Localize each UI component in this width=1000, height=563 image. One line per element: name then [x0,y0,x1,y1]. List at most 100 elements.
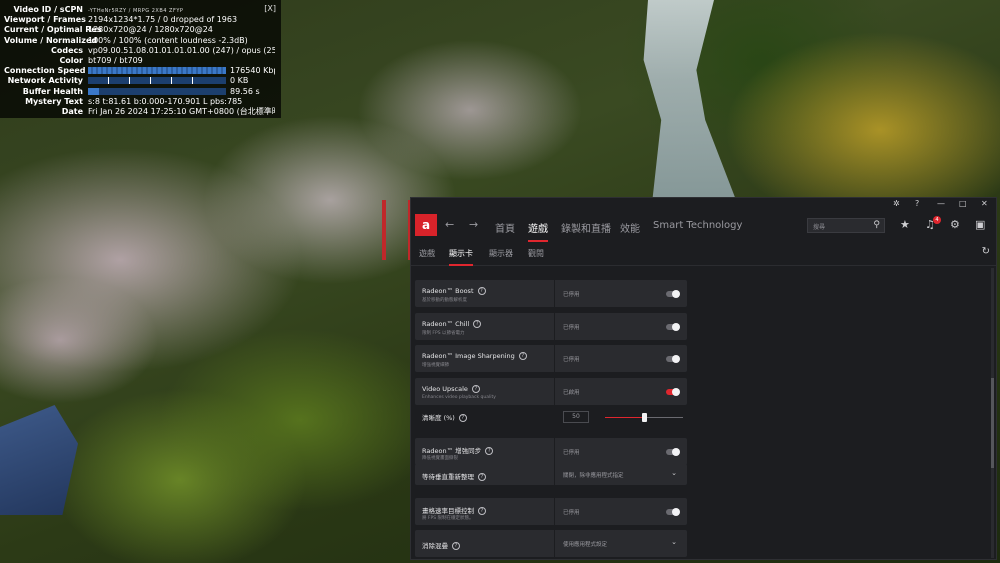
row-divider [554,345,555,372]
setting-name-text: Radeon™ Boost [422,287,474,295]
stat-value: 89.56 s [88,87,275,97]
setting-description: 增強視覺細節 [422,363,449,368]
minimize-icon[interactable]: — [937,199,945,208]
help-question-icon[interactable]: ? [485,447,494,455]
search-icon[interactable]: ⚲ [873,220,880,230]
setting-name: Radeon™ Boost? [422,287,486,295]
help-question-icon[interactable]: ? [477,287,486,295]
slider-fill [605,417,644,418]
back-icon[interactable]: ← [445,218,454,231]
red-bridge [382,200,412,260]
stat-value: -YTHeNr5RZY / MRPG 2XB4 ZFYP [88,5,275,15]
toggle-switch[interactable] [666,355,680,363]
stat-value-text: 0 KB [230,76,249,86]
stat-label: Buffer Health [22,86,83,96]
stat-value: 100% / 100% (content loudness -2.3dB) [88,36,275,46]
slider-value-box[interactable]: 50 [563,411,589,423]
row-divider [554,280,555,307]
toggle-switch[interactable] [666,290,680,298]
stat-value: 1280x720@24 / 1280x720@24 [88,25,275,35]
row-divider [554,464,555,485]
setting-name: Video Upscale? [422,385,480,393]
subtab-graphics[interactable]: 顯示卡 [449,248,473,266]
maximize-icon[interactable]: □ [959,199,967,208]
favorite-star-icon[interactable]: ★ [900,218,910,231]
setting-name-text: Radeon™ Chill [422,320,470,328]
graphics-settings-list: Radeon™ Boost? 基於移動的動態解析度已停用 Radeon™ Chill… [411,268,996,559]
setting-name-text: Radeon™ Image Sharpening [422,352,515,360]
setting-state: 已停用 [563,325,580,331]
search-input[interactable]: 搜尋 ⚲ [807,218,885,233]
setting-description: 限制 FPS 以節省電力 [422,331,465,336]
stat-value: bt709 / bt709 [88,56,275,66]
stat-label: Connection Speed [4,66,86,76]
stat-value: 0 KB [88,76,275,86]
setting-description: 基於移動的動態解析度 [422,298,467,303]
setting-name: 畫格速率目標控制? [422,505,486,515]
row-divider [554,530,555,557]
tab-record-stream[interactable]: 錄製和直播 [561,220,611,235]
setting-row: Radeon™ Image Sharpening? 增強視覺細節 已停用 [415,345,687,372]
slider-thumb[interactable] [642,413,647,422]
help-question-icon[interactable]: ? [471,385,480,393]
stat-row: Codecs vp09.00.51.08.01.01.01.01.00 (247)… [4,46,275,56]
toggle-switch[interactable] [666,388,680,396]
tab-smart-technology[interactable]: Smart Technology [653,220,742,231]
toggle-switch[interactable] [666,323,680,331]
scrollbar[interactable] [991,268,994,558]
close-icon[interactable]: ✕ [981,199,988,208]
row-divider [554,378,555,405]
layout-icon[interactable]: ▣ [975,218,985,231]
stats-close-button[interactable]: [X] [264,4,276,14]
stat-label: Volume / Normalized [4,35,98,45]
help-question-icon[interactable]: ? [518,352,527,360]
stat-value-text: 100% / 100% (content loudness -2.3dB) [88,35,248,45]
row-divider [554,313,555,340]
help-question-icon[interactable]: ? [478,473,486,481]
subtab-view[interactable]: 觀閱 [528,248,544,259]
setting-name: Radeon™ Image Sharpening? [422,352,527,360]
chevron-down-icon[interactable]: ⌄ [671,469,677,477]
setting-row: Radeon™ Boost? 基於移動的動態解析度 已停用 [415,280,687,307]
setting-state: 已停用 [563,357,580,363]
help-question-icon[interactable]: ? [478,507,486,515]
toggle-switch[interactable] [666,508,680,516]
help-question-icon[interactable]: ? [452,542,460,550]
tab-gaming[interactable]: 遊戲 [528,220,548,242]
setting-name-text: 清晰度 (%) [422,414,455,422]
stat-label: Network Activity [7,76,83,86]
setting-row: 清晰度 (%)? 50 [415,406,687,426]
slider-track[interactable] [605,413,683,422]
setting-state: 使用應用程式設定 [563,542,608,548]
setting-state: 已停用 [563,510,580,516]
stat-row: Viewport / Frames 2194x1234*1.75 / 0 drop… [4,15,275,25]
setting-state: 關閉，除非應用程式指定 [563,473,624,479]
stat-row: Connection Speed 176540 Kbps [4,66,275,76]
help-question-icon[interactable]: ? [458,414,467,422]
settings-gear-icon[interactable]: ⚙ [950,218,960,231]
tab-home[interactable]: 首頁 [495,220,515,235]
setting-name: 等待垂直重新整理? [422,471,486,481]
toggle-switch[interactable] [666,448,680,456]
scrollbar-thumb[interactable] [991,378,994,468]
refresh-icon[interactable]: ↻ [982,246,990,257]
bug-icon[interactable]: ✲ [893,199,900,208]
stat-row: Color bt709 / bt709 [4,56,275,66]
stat-value-text: 89.56 s [230,86,260,96]
help-question-icon[interactable]: ? [473,320,482,328]
tab-performance[interactable]: 效能 [620,220,640,235]
chevron-down-icon[interactable]: ⌄ [671,538,677,546]
stat-value: Fri Jan 26 2024 17:25:10 GMT+0800 (台北標準時… [88,107,275,117]
stat-label: Viewport / Frames [4,15,86,25]
setting-description: 降低視覺畫面撕裂 [422,456,458,461]
setting-row: Video Upscale? Enhances video playback qu… [415,378,687,405]
help-icon[interactable]: ? [915,199,919,208]
setting-row: Radeon™ 增強同步? 降低視覺畫面撕裂 已停用 [415,438,687,465]
amd-logo[interactable]: a [415,214,437,236]
adrenalin-window: ✲ ? — □ ✕ a ← → 首頁 遊戲 錄製和直播 效能 Smart Tec… [410,197,997,560]
forward-icon[interactable]: → [469,218,478,231]
stat-bar [88,67,226,75]
subtab-games[interactable]: 遊戲 [419,248,435,259]
subtab-display[interactable]: 顯示器 [489,248,513,259]
stat-bar [88,87,226,95]
